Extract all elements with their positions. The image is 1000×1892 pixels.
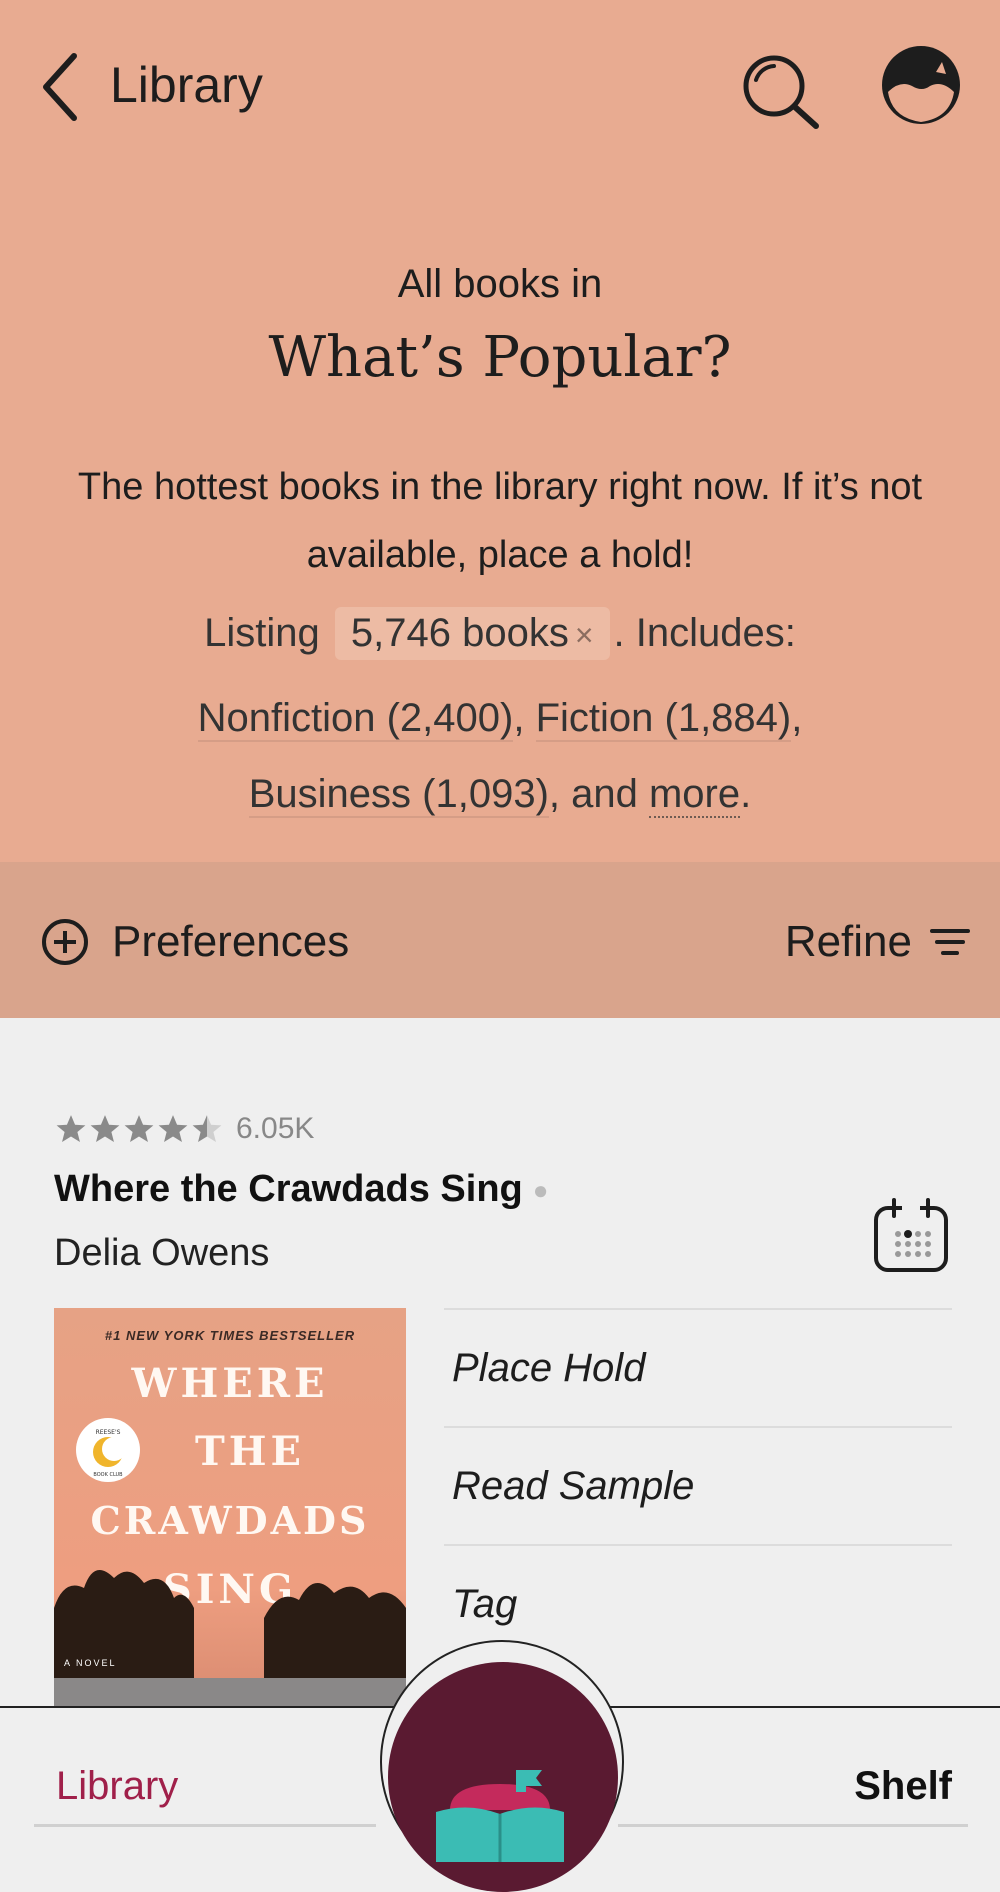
star-icon bbox=[90, 1115, 120, 1143]
avatar-icon[interactable] bbox=[878, 42, 964, 128]
listing-summary: Listing 5,746 books ×. Includes: bbox=[0, 607, 1000, 660]
book-title[interactable]: Where the Crawdads Sing ● bbox=[54, 1168, 548, 1211]
book-logo-icon bbox=[436, 1770, 564, 1862]
place-hold-button[interactable]: Place Hold bbox=[444, 1308, 952, 1426]
tab-shelf-indicator bbox=[618, 1824, 968, 1827]
listing-count: 5,746 books bbox=[350, 611, 569, 655]
listing-prefix: Listing bbox=[204, 611, 320, 655]
cover-subtitle: A NOVEL bbox=[64, 1658, 117, 1668]
book-actions: Place Hold Read Sample Tag bbox=[444, 1308, 952, 1662]
app-menu-button[interactable] bbox=[388, 1662, 618, 1892]
book-card: 6.05K Where the Crawdads Sing ● Delia Owe… bbox=[0, 1018, 1000, 1708]
book-title-text: Where the Crawdads Sing bbox=[54, 1168, 523, 1210]
rating-stars bbox=[54, 1113, 224, 1145]
clear-filter-icon[interactable]: × bbox=[575, 617, 594, 653]
star-icon bbox=[158, 1115, 188, 1143]
read-sample-button[interactable]: Read Sample bbox=[444, 1426, 952, 1544]
star-icon bbox=[124, 1115, 154, 1143]
more-categories-link[interactable]: more bbox=[648, 772, 741, 818]
back-to-library-link[interactable]: Library bbox=[110, 56, 263, 114]
top-bar: Library bbox=[0, 0, 1000, 180]
category-list: Nonfiction (2,400), Fiction (1,884), Bus… bbox=[197, 696, 803, 818]
tab-library-indicator bbox=[34, 1824, 376, 1827]
tab-shelf[interactable]: Shelf bbox=[854, 1764, 952, 1809]
refine-button[interactable]: Refine bbox=[785, 914, 970, 970]
refine-label: Refine bbox=[784, 917, 912, 966]
listing-suffix: . Includes: bbox=[613, 611, 796, 655]
category-link-business[interactable]: Business (1,093) bbox=[248, 772, 549, 818]
filter-bar: Preferences Refine bbox=[0, 862, 1000, 1018]
page-description: The hottest books in the library right n… bbox=[77, 466, 923, 576]
plus-circle-icon bbox=[42, 919, 88, 965]
category-link-fiction[interactable]: Fiction (1,884) bbox=[535, 696, 792, 742]
rating[interactable]: 6.05K bbox=[54, 1112, 314, 1146]
hero-section: Library All books in What’s Popular? The… bbox=[0, 0, 1000, 862]
preferences-button[interactable]: Preferences bbox=[40, 914, 349, 970]
rating-count: 6.05K bbox=[236, 1112, 315, 1145]
star-icon bbox=[56, 1115, 86, 1143]
calendar-icon[interactable] bbox=[872, 1196, 950, 1274]
book-cover[interactable]: #1 NEW YORK TIMES BESTSELLER WHERE THE C… bbox=[54, 1308, 406, 1708]
tab-library[interactable]: Library bbox=[56, 1764, 178, 1809]
book-author[interactable]: Delia Owens bbox=[54, 1232, 269, 1275]
and-text: , and bbox=[548, 772, 638, 816]
category-link-nonfiction[interactable]: Nonfiction (2,400) bbox=[197, 696, 514, 742]
listing-count-chip[interactable]: 5,746 books × bbox=[334, 607, 610, 660]
star-icon bbox=[192, 1115, 222, 1143]
title-dot: ● bbox=[532, 1175, 549, 1206]
preferences-label: Preferences bbox=[112, 917, 350, 966]
page-kicker: All books in bbox=[397, 262, 603, 306]
cover-trees-illustration bbox=[54, 1570, 406, 1708]
chevron-left-icon[interactable] bbox=[36, 50, 86, 124]
filter-lines-icon bbox=[930, 929, 970, 955]
search-icon[interactable] bbox=[738, 50, 822, 130]
page-title: What’s Popular? bbox=[268, 325, 732, 390]
